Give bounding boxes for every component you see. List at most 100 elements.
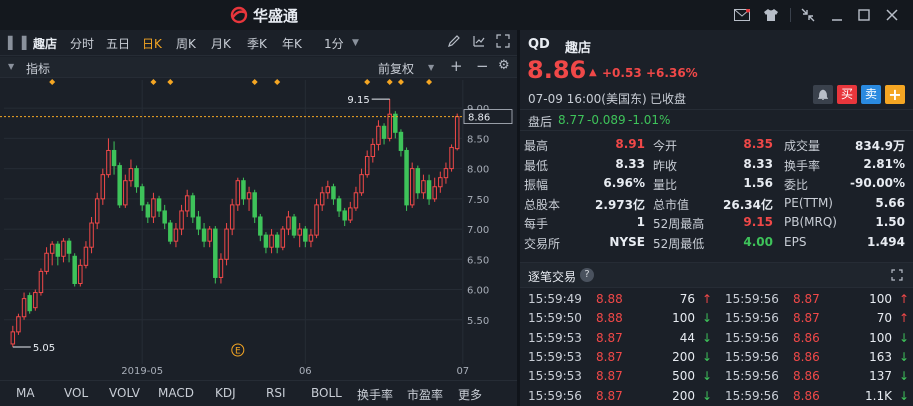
tab-boll[interactable]: BOLL xyxy=(311,386,342,400)
candle-body xyxy=(432,186,437,200)
candle-body xyxy=(139,186,145,206)
stat-value: 4.00 xyxy=(743,234,773,249)
add-icon[interactable]: + xyxy=(450,57,463,75)
candle xyxy=(134,165,139,193)
stat-value: NYSE xyxy=(609,234,645,249)
trade-price: 8.87 xyxy=(596,330,623,345)
tab-more[interactable]: 更多 xyxy=(458,386,482,403)
event-marker[interactable] xyxy=(274,79,281,85)
candle xyxy=(224,223,229,266)
gear-icon[interactable]: ⚙ xyxy=(498,58,510,73)
trade-volume: 100 xyxy=(672,311,695,326)
sell-button[interactable]: 卖 xyxy=(861,85,881,104)
stat-label: 交易所 xyxy=(524,236,561,251)
candle xyxy=(184,189,190,217)
candle-body xyxy=(94,198,100,224)
candlestick-chart[interactable]: 9.008.508.007.507.006.506.005.502019-050… xyxy=(0,78,517,378)
fullscreen-icon[interactable] xyxy=(496,34,510,51)
candle xyxy=(421,174,426,199)
tab-five-day[interactable]: 五日 xyxy=(106,35,130,52)
minimize-icon[interactable] xyxy=(827,5,847,25)
candle-body xyxy=(162,210,167,224)
event-marker[interactable] xyxy=(49,79,56,85)
event-marker[interactable] xyxy=(426,79,433,85)
mail-icon[interactable] xyxy=(732,5,752,25)
maximize-icon[interactable] xyxy=(854,5,874,25)
trade-price: 8.86 xyxy=(793,369,820,384)
tab-macd[interactable]: MACD xyxy=(158,386,194,400)
tab-daily-k[interactable]: 日K xyxy=(142,35,162,52)
x-tick-label: 06 xyxy=(299,366,312,377)
tab-weekly-k[interactable]: 周K xyxy=(176,35,196,52)
draw-icon[interactable] xyxy=(472,34,486,51)
trade-volume: 200 xyxy=(672,388,695,403)
trade-time: 15:59:53 xyxy=(528,349,582,364)
chevron-down-icon[interactable]: ▼ xyxy=(352,38,359,48)
candle xyxy=(10,325,16,347)
shirt-icon[interactable] xyxy=(761,5,781,25)
candle-body xyxy=(297,228,302,236)
candle-body xyxy=(21,298,27,318)
event-marker[interactable] xyxy=(167,79,174,85)
tab-intraday[interactable]: 分时 xyxy=(70,35,94,52)
candle xyxy=(123,174,128,208)
add-watchlist-button[interactable]: + xyxy=(885,85,905,104)
candle-body xyxy=(246,192,252,200)
candle xyxy=(207,226,212,248)
candle xyxy=(156,195,162,217)
candle xyxy=(443,162,449,184)
stat-value: 5.66 xyxy=(875,195,905,210)
candle xyxy=(27,292,32,314)
candle-body xyxy=(156,198,162,212)
candle-body xyxy=(336,198,342,212)
tab-minute[interactable]: 1分 xyxy=(324,35,344,52)
candle xyxy=(128,159,134,187)
candle xyxy=(370,138,376,163)
candle xyxy=(314,198,319,239)
help-icon[interactable]: ? xyxy=(580,268,594,282)
collapse-icon[interactable]: ▼ xyxy=(8,62,14,71)
buy-button[interactable]: 买 xyxy=(837,85,857,104)
tab-volv[interactable]: VOLV xyxy=(109,386,140,400)
expand-icon[interactable] xyxy=(891,269,903,284)
event-marker[interactable] xyxy=(386,79,393,85)
chevron-down-icon[interactable]: ▼ xyxy=(428,63,434,72)
after-hours-label: 盘后 xyxy=(528,115,553,129)
tab-vol[interactable]: VOL xyxy=(64,386,88,400)
tab-monthly-k[interactable]: 月K xyxy=(211,35,231,52)
down-arrow-icon: ↓ xyxy=(702,330,713,345)
trade-volume: 70 xyxy=(876,311,892,326)
trade-time: 15:59:56 xyxy=(725,369,779,384)
trade-time: 15:59:56 xyxy=(725,330,779,345)
candle xyxy=(66,238,72,263)
tab-ma[interactable]: MA xyxy=(16,386,35,400)
candle xyxy=(106,138,111,178)
trade-price: 8.87 xyxy=(793,292,820,306)
tab-pe[interactable]: 市盈率 xyxy=(407,386,443,403)
alert-button[interactable] xyxy=(813,85,833,104)
tab-kdj[interactable]: KDJ xyxy=(215,386,236,400)
indicator-label[interactable]: 指标 xyxy=(26,60,50,77)
tab-yearly-k[interactable]: 年K xyxy=(282,35,302,52)
event-marker[interactable] xyxy=(397,79,404,85)
logo-icon xyxy=(230,6,248,24)
candle xyxy=(196,210,201,236)
event-marker[interactable] xyxy=(364,79,371,85)
candle xyxy=(201,223,207,248)
event-marker[interactable] xyxy=(251,79,258,85)
candle-body xyxy=(27,295,32,312)
down-arrow-icon: ↓ xyxy=(702,388,713,403)
tab-stock[interactable]: 趣店 xyxy=(33,35,57,52)
current-price: 8.86 xyxy=(527,56,587,84)
close-icon[interactable] xyxy=(882,5,902,25)
minus-icon[interactable]: − xyxy=(476,57,489,75)
tab-quarterly-k[interactable]: 季K xyxy=(247,35,267,52)
tab-rsi[interactable]: RSI xyxy=(266,386,286,400)
pen-icon[interactable] xyxy=(447,34,461,51)
adjust-dropdown[interactable]: 前复权 xyxy=(378,60,414,77)
tab-turnover[interactable]: 换手率 xyxy=(357,386,393,403)
event-marker[interactable] xyxy=(150,79,157,85)
panel-toggle-icon[interactable]: ▌▐ xyxy=(8,36,26,50)
shrink-icon[interactable] xyxy=(798,5,818,25)
candle-body xyxy=(111,149,117,167)
